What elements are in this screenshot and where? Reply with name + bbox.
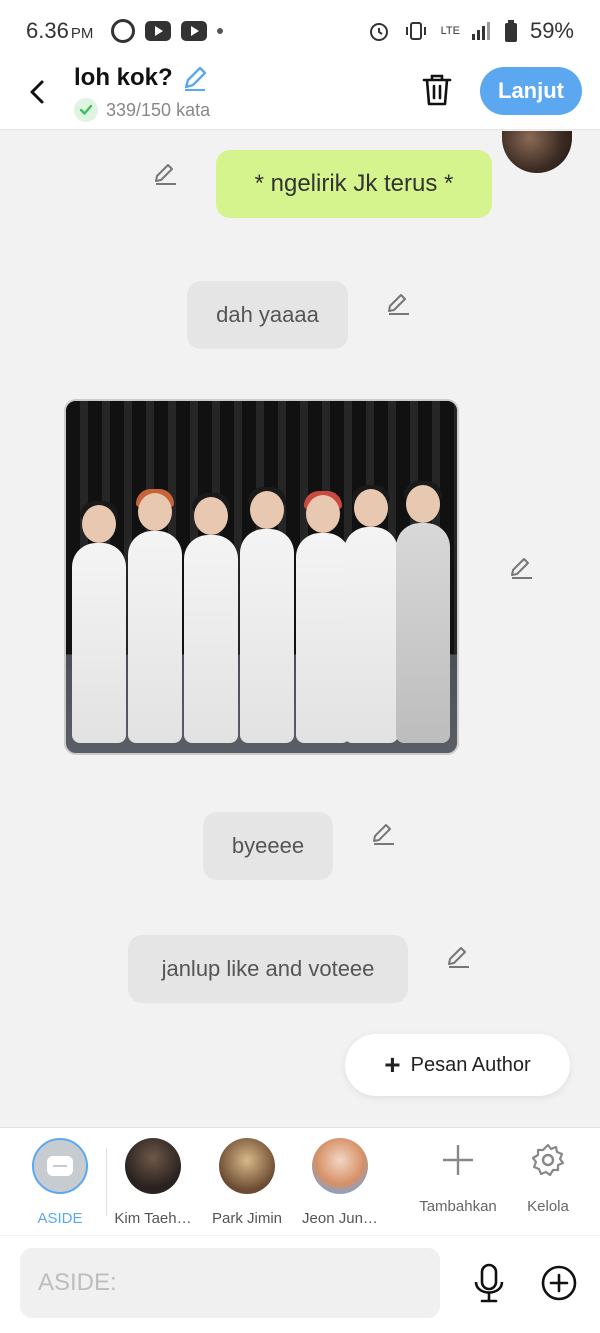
character-name: Park Jimin (211, 1210, 282, 1227)
chapter-title[interactable]: loh kok? (74, 64, 209, 92)
word-count-text: 339/150 kata (106, 99, 211, 120)
divider (106, 1148, 107, 1216)
alarm-icon (369, 23, 388, 41)
add-circle-icon[interactable] (540, 1264, 578, 1302)
image-figure (184, 493, 238, 743)
avatar[interactable] (502, 131, 572, 173)
plus-icon (443, 1145, 473, 1175)
youtube-icon (145, 21, 172, 41)
check-icon (74, 98, 98, 122)
gear-icon (531, 1143, 565, 1177)
author-message-button[interactable]: + Pesan Author (345, 1034, 570, 1096)
add-character-button[interactable]: Tambahkan (414, 1140, 502, 1215)
story-header: loh kok? 339/150 kata Lanjut (0, 62, 600, 130)
avatar (125, 1138, 181, 1194)
notification-icons (111, 19, 224, 43)
character-name: ASIDE (37, 1210, 83, 1227)
edit-message-icon[interactable] (370, 821, 396, 847)
image-figure (296, 491, 350, 743)
microphone-icon[interactable] (470, 1262, 508, 1304)
status-time: 6.36 PM (26, 18, 94, 43)
status-bar: 6.36 PM LTE 59% (0, 0, 600, 62)
character-aside[interactable]: ASIDE (17, 1138, 103, 1227)
message-bubble-other[interactable]: dah yaaaa (187, 281, 348, 349)
battery-icon (504, 20, 517, 42)
add-character-label: Tambahkan (419, 1198, 497, 1215)
message-bubble-other[interactable]: janlup like and voteee (128, 935, 408, 1003)
aside-avatar (32, 1138, 88, 1194)
more-notifications-icon (217, 28, 224, 34)
image-figure (72, 501, 126, 743)
edit-title-icon[interactable] (181, 64, 209, 92)
youtube-icon (181, 21, 208, 41)
character-name: Jeon Jun… (302, 1210, 378, 1227)
plus-icon: + (384, 1049, 401, 1080)
edit-message-icon[interactable] (445, 944, 471, 970)
image-figure (240, 487, 294, 743)
battery-percent: 59% (529, 18, 574, 43)
message-image[interactable] (64, 399, 459, 755)
manage-button[interactable]: Kelola (512, 1140, 584, 1215)
manage-label: Kelola (527, 1198, 569, 1215)
avatar (219, 1138, 275, 1194)
message-bubble-me[interactable]: * ngelirik Jk terus * (216, 150, 492, 218)
chat-area[interactable]: * ngelirik Jk terus * dah yaaaa byeeee j… (0, 131, 600, 1126)
signal-icon (471, 22, 490, 40)
message-input[interactable] (20, 1248, 440, 1318)
image-figure (344, 485, 398, 743)
edit-message-icon[interactable] (152, 161, 178, 187)
trash-icon[interactable] (420, 72, 454, 108)
next-button[interactable]: Lanjut (480, 67, 582, 115)
image-figure (128, 489, 182, 743)
message-icon (47, 1156, 73, 1176)
author-message-label: Pesan Author (410, 1053, 531, 1076)
word-count: 339/150 kata (74, 98, 210, 122)
character-park-jimin[interactable]: Park Jimin (204, 1138, 290, 1227)
character-kim-taehyung[interactable]: Kim Taeh… (110, 1138, 196, 1227)
edit-message-icon[interactable] (508, 555, 534, 581)
vibrate-icon (405, 22, 426, 40)
character-bar: ASIDE Kim Taeh… Park Jimin Jeon Jun… Tam… (0, 1127, 600, 1235)
chapter-title-text: loh kok? (74, 64, 173, 91)
back-arrow-icon[interactable] (24, 72, 54, 112)
avatar (312, 1138, 368, 1194)
message-bubble-other[interactable]: byeeee (203, 812, 333, 880)
image-figure (396, 481, 450, 743)
composer-bar (0, 1236, 600, 1333)
character-name: Kim Taeh… (114, 1210, 192, 1227)
character-jeon-jungkook[interactable]: Jeon Jun… (297, 1138, 383, 1227)
whatsapp-icon (111, 19, 136, 43)
network-type: LTE (440, 25, 460, 37)
edit-message-icon[interactable] (385, 291, 411, 317)
